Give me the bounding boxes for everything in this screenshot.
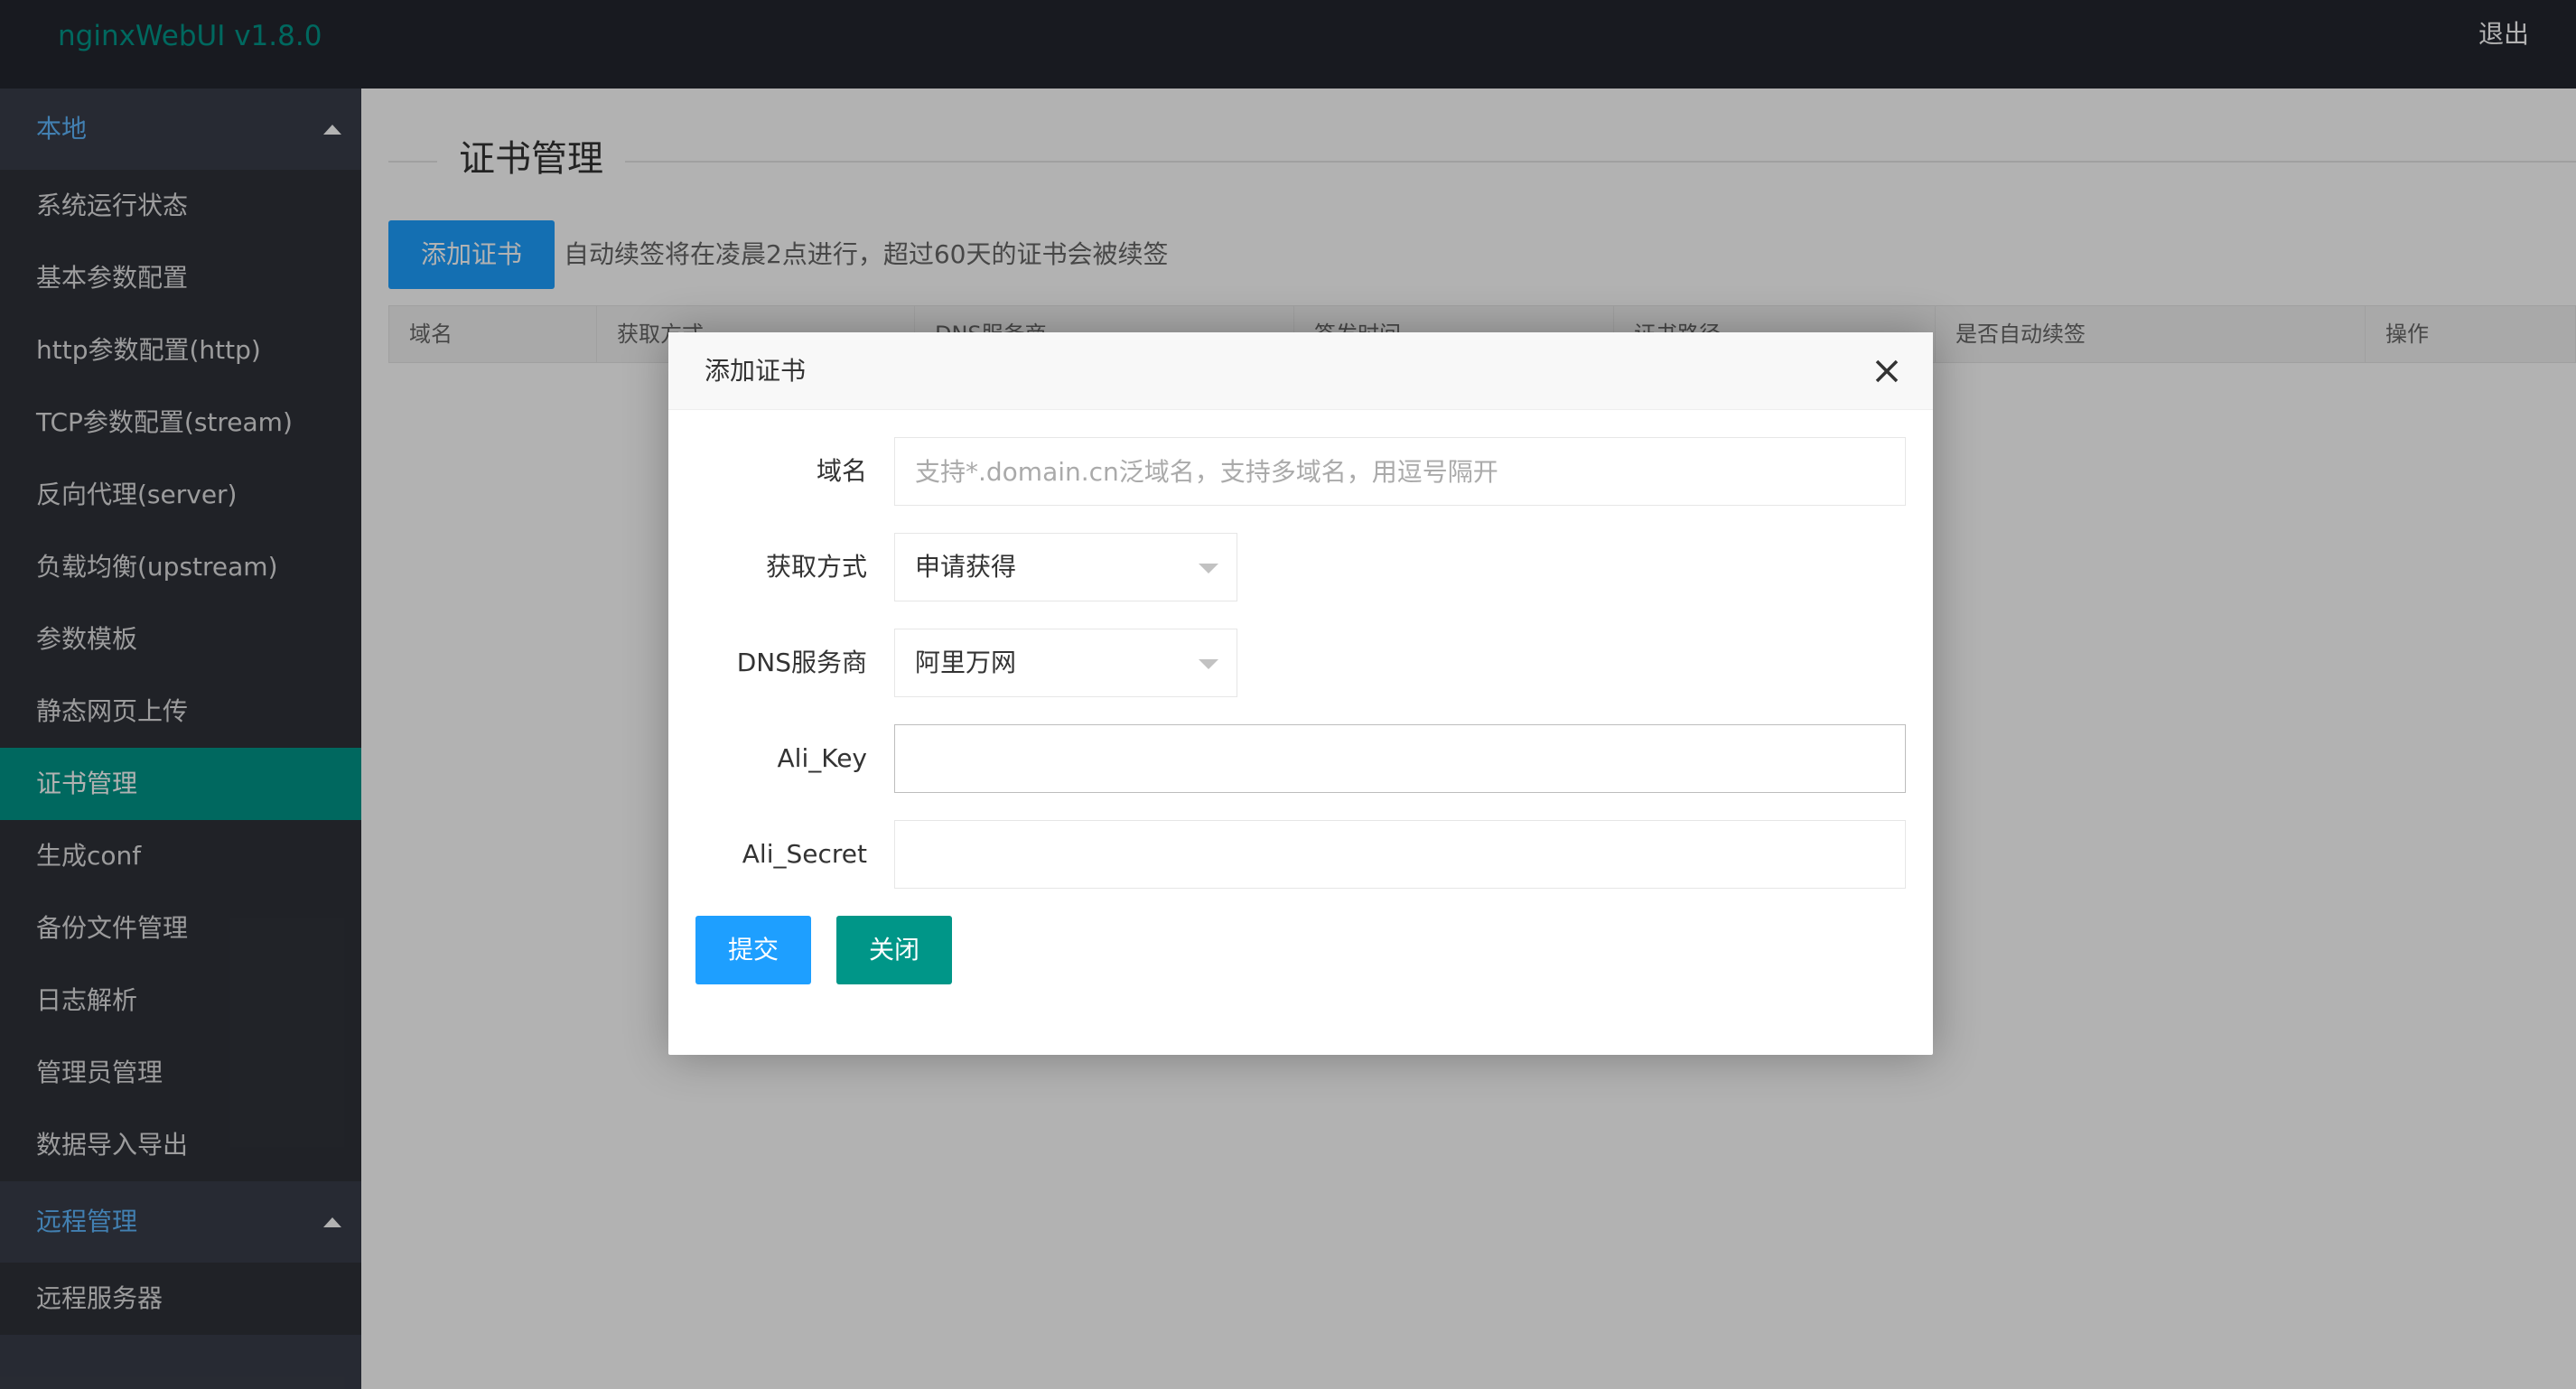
- dns-selected-value: 阿里万网: [915, 648, 1017, 677]
- dns-select[interactable]: 阿里万网: [894, 629, 1237, 697]
- ali-secret-input[interactable]: [894, 820, 1906, 889]
- domain-label: 域名: [816, 456, 867, 486]
- add-certificate-dialog: 添加证书 域名 获取方式 申请获得 DNS服务商 阿里万网: [668, 332, 1933, 1055]
- submit-button[interactable]: 提交: [695, 916, 811, 984]
- close-button[interactable]: 关闭: [836, 916, 952, 984]
- dns-label: DNS服务商: [736, 648, 867, 677]
- dropdown-triangle-icon: [1199, 564, 1218, 573]
- app-root: nginxWebUI v1.8.0 退出 本地 系统运行状态 基本参数配置 ht…: [0, 0, 2576, 1389]
- ali-key-input[interactable]: [894, 724, 1906, 793]
- method-selected-value: 申请获得: [915, 552, 1017, 582]
- method-label: 获取方式: [765, 552, 867, 582]
- close-icon[interactable]: [1868, 352, 1906, 390]
- ali-secret-label: Ali_Secret: [742, 839, 867, 869]
- dropdown-triangle-icon: [1199, 659, 1218, 669]
- dialog-title: 添加证书: [705, 356, 807, 386]
- ali-key-label: Ali_Key: [777, 743, 867, 773]
- dialog-header: 添加证书: [668, 332, 1933, 410]
- method-select[interactable]: 申请获得: [894, 533, 1237, 601]
- domain-input[interactable]: [894, 437, 1906, 506]
